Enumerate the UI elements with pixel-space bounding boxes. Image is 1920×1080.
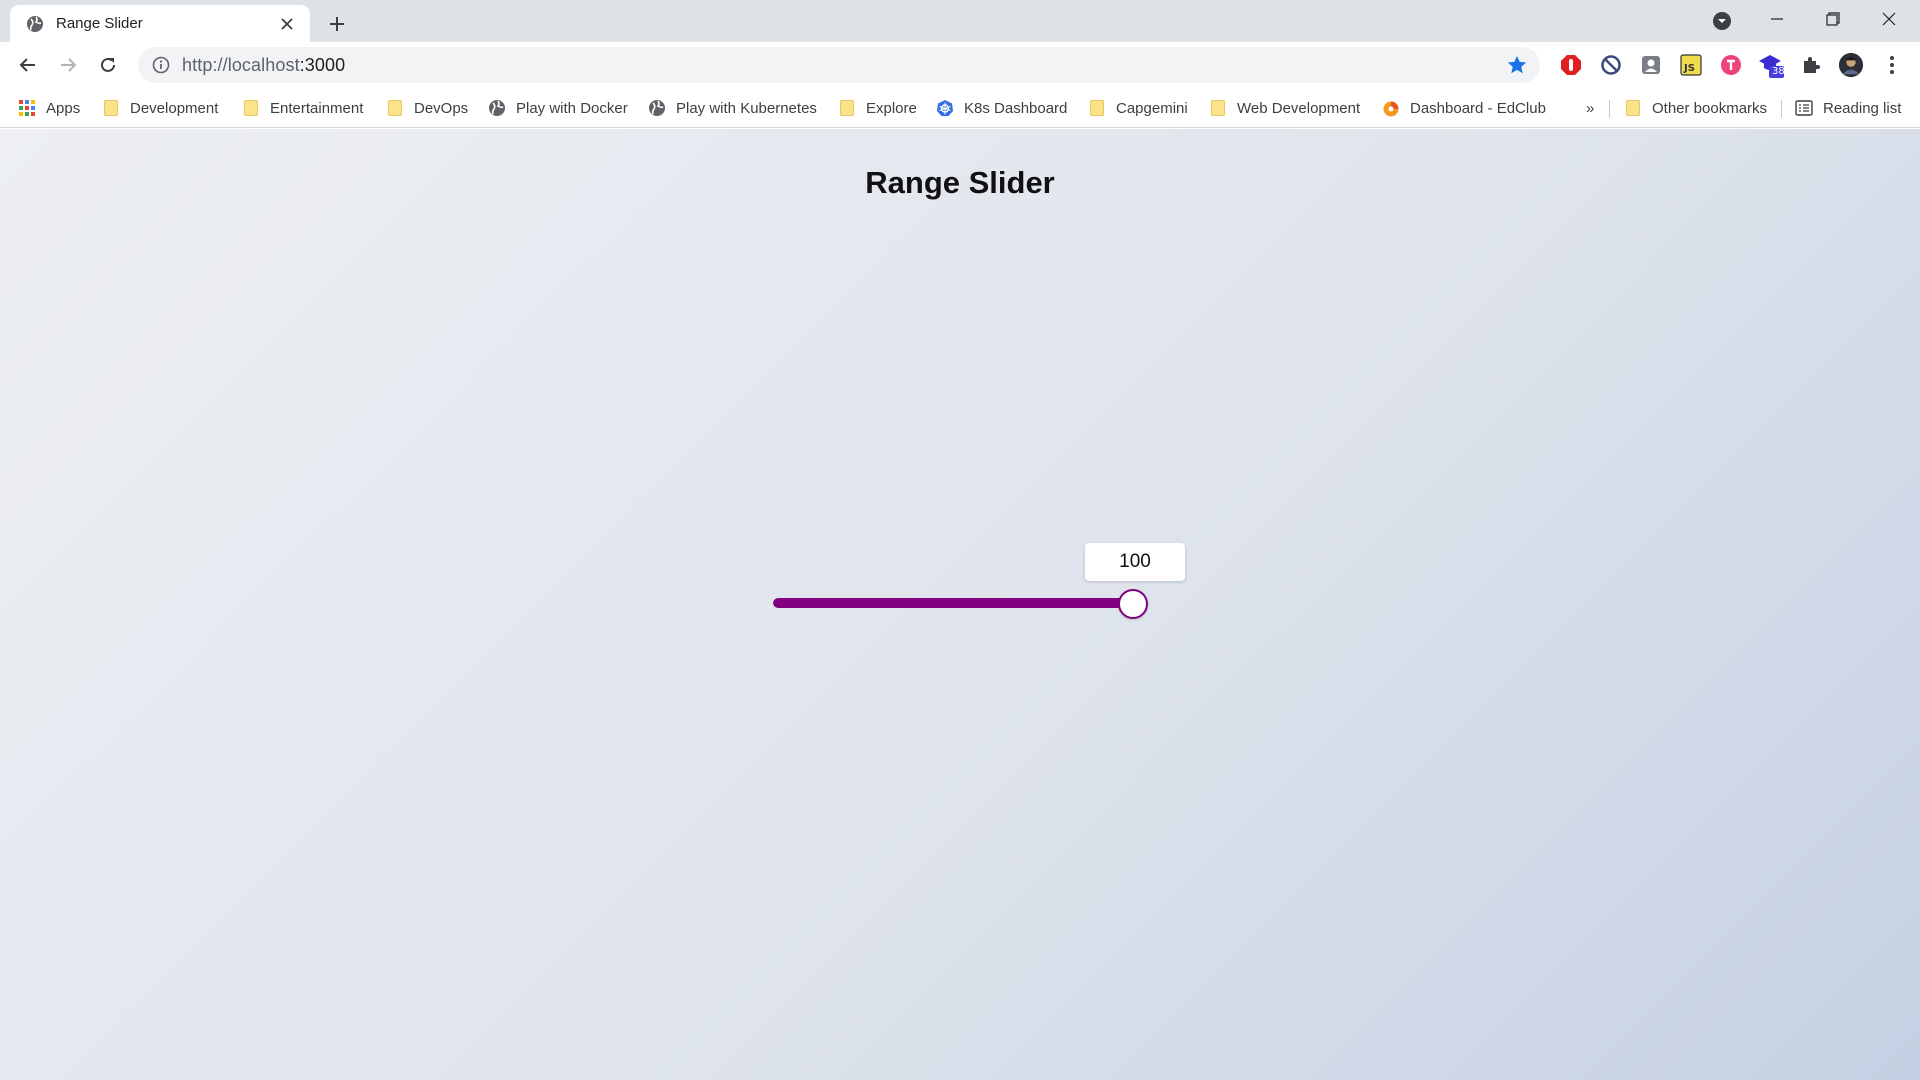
bookmark-label: Play with Kubernetes — [676, 99, 817, 117]
slider-fill — [773, 598, 1133, 608]
browser-tab[interactable]: Range Slider — [10, 5, 310, 42]
restore-icon[interactable] — [1805, 0, 1861, 38]
bookmark-label: Explore — [866, 99, 917, 117]
extensions-puzzle-icon[interactable] — [1798, 52, 1824, 78]
close-window-icon[interactable] — [1861, 0, 1917, 38]
bookmark-apps[interactable]: Apps — [18, 96, 80, 120]
globe-icon — [648, 99, 666, 117]
bookmark-play-with-docker[interactable]: Play with Docker — [488, 96, 628, 120]
folder-icon — [242, 99, 260, 117]
bookmark-explore[interactable]: Explore — [838, 96, 917, 120]
bookmark-label: DevOps — [414, 99, 469, 117]
tab-title: Range Slider — [56, 15, 143, 32]
svg-text:JS: JS — [1683, 63, 1695, 74]
globe-icon — [26, 15, 44, 33]
folder-icon — [1088, 99, 1106, 117]
bookmark-label: Apps — [46, 99, 81, 117]
bookmark-devops[interactable]: DevOps — [386, 96, 468, 120]
bookmark-other-bookmarks[interactable]: Other bookmarks — [1624, 96, 1767, 120]
slider-thumb[interactable] — [1118, 589, 1148, 619]
kubernetes-icon — [936, 99, 954, 117]
bookmark-dashboard-edclub[interactable]: Dashboard - EdClub — [1382, 96, 1546, 120]
info-icon[interactable] — [152, 56, 170, 74]
adblock-extension-icon[interactable] — [1558, 52, 1584, 78]
tab-strip: Range Slider — [0, 0, 1920, 42]
menu-kebab-icon[interactable] — [1879, 52, 1905, 78]
reading-list-icon — [1795, 99, 1813, 117]
bookmarks-overflow-button[interactable]: » — [1586, 96, 1594, 120]
bookmark-label: Other bookmarks — [1652, 99, 1768, 117]
globe-icon — [488, 99, 506, 117]
back-icon[interactable] — [12, 49, 44, 81]
url-host: http://localhost — [182, 54, 300, 75]
bookmarks-separator — [1781, 100, 1782, 118]
avatar[interactable] — [1838, 52, 1864, 78]
bookmark-web-development[interactable]: Web Development — [1209, 96, 1360, 120]
bookmarks-separator — [1609, 100, 1610, 118]
slider-track[interactable] — [773, 598, 1133, 608]
bookmark-capgemini[interactable]: Capgemini — [1088, 96, 1188, 120]
graduation-extension-icon[interactable]: 38 — [1758, 52, 1785, 78]
folder-icon — [386, 99, 404, 117]
bookmark-label: Play with Docker — [516, 99, 628, 117]
js-extension-icon[interactable]: JS — [1678, 52, 1704, 78]
address-bar[interactable]: http://localhost:3000 — [138, 47, 1540, 83]
browser-toolbar: http://localhost:3000 JS 38 — [0, 42, 1920, 88]
extension-badge: 38 — [1772, 66, 1785, 77]
reload-icon[interactable] — [92, 49, 124, 81]
edclub-icon — [1382, 99, 1400, 117]
folder-icon — [102, 99, 120, 117]
page-title: Range Slider — [865, 165, 1055, 200]
tab-search-icon[interactable] — [1707, 9, 1737, 33]
block-extension-icon[interactable] — [1598, 52, 1624, 78]
bookmark-label: Web Development — [1237, 99, 1361, 117]
bookmark-k8s-dashboard[interactable]: K8s Dashboard — [936, 96, 1067, 120]
bookmarks-bar: Apps Development Entertainment DevOps Pl… — [0, 88, 1920, 128]
apps-grid-icon — [18, 99, 36, 117]
folder-icon — [838, 99, 856, 117]
bookmark-label: Development — [130, 99, 219, 117]
pink-extension-icon[interactable] — [1718, 52, 1744, 78]
bookmark-label: Entertainment — [270, 99, 364, 117]
reading-list-button[interactable]: Reading list — [1795, 96, 1901, 120]
folder-icon — [1624, 99, 1642, 117]
bookmark-label: Reading list — [1823, 99, 1902, 117]
close-tab-icon[interactable] — [276, 13, 298, 35]
slider-value-bubble: 100 — [1085, 543, 1185, 581]
bookmark-label: Capgemini — [1116, 99, 1188, 117]
url-text: http://localhost:3000 — [182, 55, 345, 76]
forward-icon[interactable] — [52, 49, 84, 81]
folder-icon — [1209, 99, 1227, 117]
profile-extension-icon[interactable] — [1638, 52, 1664, 78]
bookmark-label: Dashboard - EdClub — [1410, 99, 1546, 117]
page-content: Range Slider 100 — [0, 129, 1920, 1080]
bookmark-development[interactable]: Development — [102, 96, 218, 120]
bookmark-star-icon[interactable] — [1506, 54, 1528, 76]
bookmark-play-with-kubernetes[interactable]: Play with Kubernetes — [648, 96, 817, 120]
range-slider[interactable]: 100 — [770, 543, 1190, 623]
bookmarks-overflow-label: » — [1586, 99, 1595, 117]
bookmark-label: K8s Dashboard — [964, 99, 1068, 117]
url-port: :3000 — [299, 54, 346, 75]
new-tab-icon[interactable] — [322, 9, 352, 39]
minimize-icon[interactable] — [1749, 0, 1805, 38]
bookmark-entertainment[interactable]: Entertainment — [242, 96, 363, 120]
